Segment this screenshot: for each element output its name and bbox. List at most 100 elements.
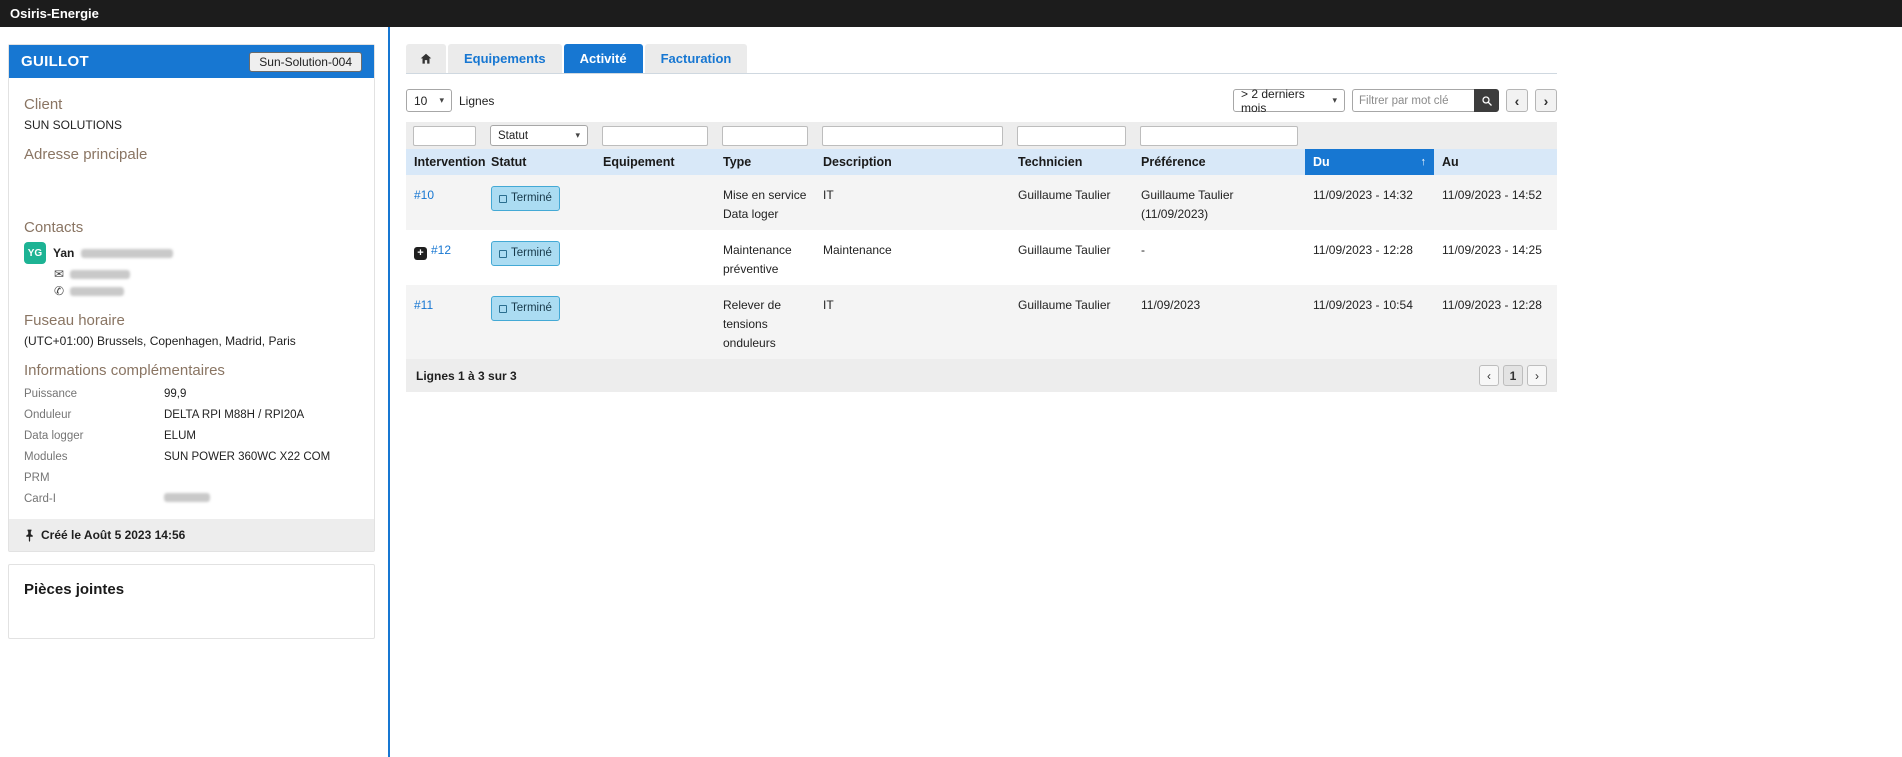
info-label: Puissance <box>24 388 164 400</box>
col-au[interactable]: Au <box>1434 149 1557 175</box>
filter-statut-value: Statut <box>498 130 528 142</box>
col-du-sorted[interactable]: Du ↑ <box>1305 149 1434 175</box>
next-page-button[interactable]: › <box>1527 365 1547 386</box>
cell-au: 11/09/2023 - 12:28 <box>1434 285 1557 359</box>
table-toolbar: 10 ▾ Lignes > 2 derniers mois ▾ ‹ › <box>406 89 1557 112</box>
info-row: Data logger ELUM <box>24 430 359 442</box>
status-badge: Terminé <box>491 186 560 211</box>
info-value: 99,9 <box>164 388 186 400</box>
prev-page-button[interactable]: ‹ <box>1506 89 1528 112</box>
app-title: Osiris-Energie <box>10 6 99 21</box>
period-filter-value: > 2 derniers mois <box>1241 87 1322 115</box>
expand-row-icon[interactable]: + <box>414 247 427 260</box>
filter-equipement-input[interactable] <box>602 126 708 146</box>
sort-asc-icon: ↑ <box>1421 156 1427 168</box>
info-row: Onduleur DELTA RPI M88H / RPI20A <box>24 409 359 421</box>
status-label: Terminé <box>511 244 552 263</box>
cell-preference: 11/09/2023 <box>1133 285 1305 359</box>
vertical-divider <box>388 27 390 757</box>
pin-icon <box>24 529 35 542</box>
contact-avatar: YG <box>24 242 46 264</box>
filter-description-input[interactable] <box>822 126 1003 146</box>
col-equipement[interactable]: Equipement <box>595 149 715 175</box>
cell-du: 11/09/2023 - 12:28 <box>1305 230 1434 285</box>
info-value: DELTA RPI M88H / RPI20A <box>164 409 304 421</box>
info-row: Modules SUN POWER 360WC X22 COM <box>24 451 359 463</box>
period-filter-select[interactable]: > 2 derniers mois ▾ <box>1233 89 1345 112</box>
chevron-down-icon: ▾ <box>575 130 580 141</box>
rows-summary: Lignes 1 à 3 sur 3 <box>416 369 517 383</box>
solution-ref-badge: Sun-Solution-004 <box>249 52 362 72</box>
info-row: PRM <box>24 472 359 484</box>
cell-technicien: Guillaume Taulier <box>1010 285 1133 359</box>
sidebar: GUILLOT Sun-Solution-004 Client SUN SOLU… <box>8 44 375 639</box>
table-header-row: Intervention Statut Equipement Type Desc… <box>406 149 1557 175</box>
cell-du: 11/09/2023 - 14:32 <box>1305 175 1434 230</box>
prev-page-button[interactable]: ‹ <box>1479 365 1499 386</box>
tab-activite[interactable]: Activité <box>564 44 643 73</box>
tab-equipements[interactable]: Equipements <box>448 44 562 73</box>
intervention-link[interactable]: #12 <box>431 243 451 257</box>
intervention-link[interactable]: #11 <box>414 298 433 312</box>
intervention-link[interactable]: #10 <box>414 188 434 202</box>
status-square-icon <box>499 195 507 203</box>
info-label: Card-I <box>24 493 164 505</box>
contact-email-line: ✉ <box>54 267 359 281</box>
cell-au: 11/09/2023 - 14:25 <box>1434 230 1557 285</box>
tab-bar: Equipements Activité Facturation <box>406 44 1557 74</box>
status-square-icon <box>499 250 507 258</box>
envelope-icon: ✉ <box>54 267 64 281</box>
next-page-button[interactable]: › <box>1535 89 1557 112</box>
search-input[interactable] <box>1352 89 1474 112</box>
info-value <box>164 493 210 505</box>
contact-phone-redacted[interactable] <box>70 287 124 296</box>
filter-preference-input[interactable] <box>1140 126 1298 146</box>
filter-type-input[interactable] <box>722 126 808 146</box>
contacts-section-title: Contacts <box>24 219 359 236</box>
col-preference[interactable]: Préférence <box>1133 149 1305 175</box>
col-statut[interactable]: Statut <box>483 149 595 175</box>
cell-du: 11/09/2023 - 10:54 <box>1305 285 1434 359</box>
info-section-title: Informations complémentaires <box>24 362 359 379</box>
status-label: Terminé <box>511 299 552 318</box>
tab-facturation[interactable]: Facturation <box>645 44 748 73</box>
contact-email-redacted[interactable] <box>70 270 130 279</box>
search-icon <box>1481 95 1493 107</box>
attachments-card: Pièces jointes <box>8 564 375 639</box>
created-text: Créé le Août 5 2023 14:56 <box>41 528 185 542</box>
column-filter-row: Statut ▾ <box>406 122 1557 149</box>
tab-home[interactable] <box>406 44 446 73</box>
info-label: Modules <box>24 451 164 463</box>
cell-technicien: Guillaume Taulier <box>1010 175 1133 230</box>
page-number-button[interactable]: 1 <box>1503 365 1523 386</box>
contact-name-redacted <box>81 249 173 258</box>
table-row: #11 Terminé Relever de tensions onduleur… <box>406 285 1557 359</box>
address-section-title: Adresse principale <box>24 146 359 163</box>
contact-phone-line: ✆ <box>54 284 359 298</box>
client-card: GUILLOT Sun-Solution-004 Client SUN SOLU… <box>8 44 375 552</box>
filter-technicien-input[interactable] <box>1017 126 1126 146</box>
cell-description: Maintenance <box>815 230 1010 285</box>
page-size-select[interactable]: 10 ▾ <box>406 89 452 112</box>
table-row: #10 Terminé Mise en service Data loger I… <box>406 175 1557 230</box>
filter-intervention-input[interactable] <box>413 126 476 146</box>
client-section-title: Client <box>24 96 359 113</box>
timezone-value: (UTC+01:00) Brussels, Copenhagen, Madrid… <box>24 334 359 348</box>
info-label: Data logger <box>24 430 164 442</box>
search-button[interactable] <box>1474 89 1499 112</box>
cell-equipement <box>595 230 715 285</box>
table-row: +#12 Terminé Maintenance préventive Main… <box>406 230 1557 285</box>
filter-statut-select[interactable]: Statut ▾ <box>490 125 588 146</box>
cell-preference: Guillaume Taulier (11/09/2023) <box>1133 175 1305 230</box>
client-name: GUILLOT <box>21 53 89 70</box>
table-footer: Lignes 1 à 3 sur 3 ‹ 1 › <box>406 359 1557 392</box>
info-value: SUN POWER 360WC X22 COM <box>164 451 330 463</box>
col-intervention[interactable]: Intervention <box>406 149 483 175</box>
lines-label: Lignes <box>459 94 494 108</box>
pagination: ‹ 1 › <box>1479 365 1547 386</box>
col-technicien[interactable]: Technicien <box>1010 149 1133 175</box>
col-description[interactable]: Description <box>815 149 1010 175</box>
info-label: Onduleur <box>24 409 164 421</box>
col-type[interactable]: Type <box>715 149 815 175</box>
table-body: #10 Terminé Mise en service Data loger I… <box>406 175 1557 359</box>
